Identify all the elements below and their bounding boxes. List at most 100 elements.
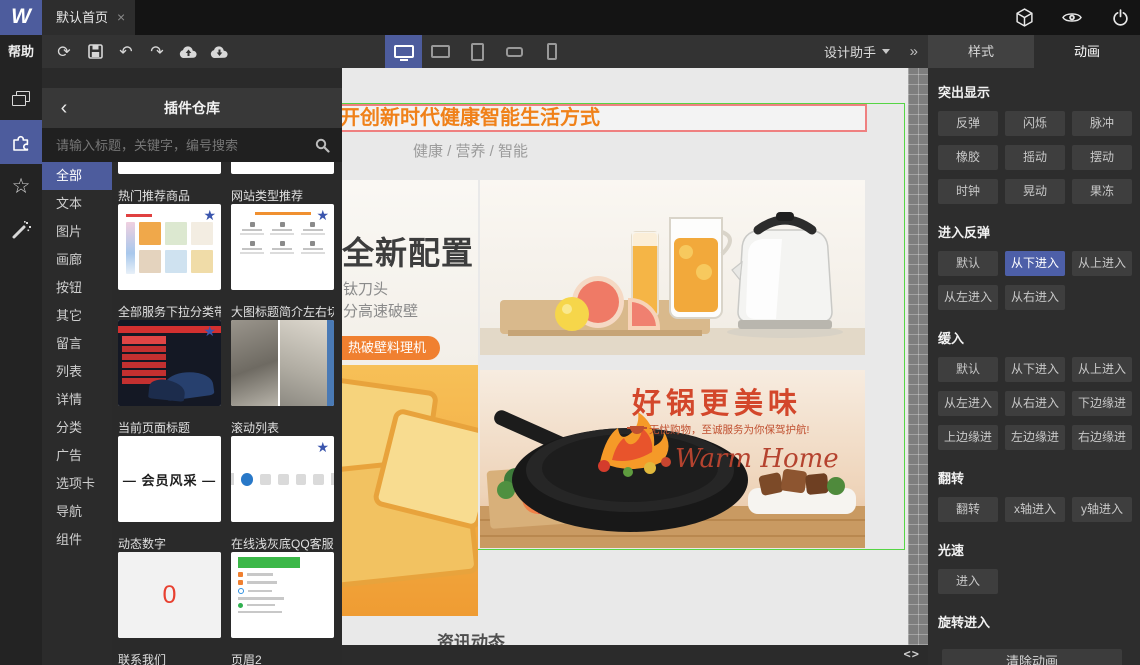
animation-option-button[interactable]: 从右进入 [1005, 285, 1065, 310]
product-banner[interactable]: 全新配置 钛刀头 分高速破壁 热破壁料理机 [342, 180, 478, 616]
plugin-category-item[interactable]: 分类 [42, 414, 112, 442]
canvas-bottom-bar: <> [342, 645, 928, 665]
back-chevron-icon[interactable]: ‹ [42, 97, 86, 120]
animation-option-button[interactable]: 从上进入 [1072, 251, 1132, 276]
components-cube-icon[interactable] [1014, 8, 1034, 28]
refresh-icon[interactable]: ⟳ [54, 42, 74, 62]
animation-option-button[interactable]: 默认 [938, 251, 998, 276]
power-icon[interactable] [1110, 8, 1130, 28]
device-desktop-button[interactable] [385, 35, 422, 68]
star-badge-icon[interactable]: ★ [203, 324, 216, 338]
animation-option-button[interactable]: 进入 [938, 569, 998, 594]
plugin-category-item[interactable]: 导航 [42, 498, 112, 526]
app-logo[interactable]: W [0, 0, 42, 35]
preview-eye-icon[interactable] [1062, 8, 1082, 28]
animation-option-button[interactable]: 从下进入 [1005, 357, 1065, 382]
plugin-card-qq-service[interactable] [231, 552, 334, 638]
product-banner-line1: 钛刀头 [343, 281, 389, 298]
animation-option-button[interactable]: 下边缘进 [1072, 391, 1132, 416]
device-tablet-portrait-button[interactable] [459, 35, 496, 68]
wok-banner[interactable]: 好锅更美味 无忧购物，至诚服务为你保驾护航! Warm Home [480, 370, 865, 548]
animation-option-button[interactable]: 晃动 [1005, 179, 1065, 204]
page-tab[interactable]: 默认首页 × [42, 0, 136, 35]
plugin-card-partial[interactable] [231, 162, 334, 174]
design-assistant-button[interactable]: 设计助手 [824, 35, 890, 68]
page-tab-title: 默认首页 [56, 10, 109, 25]
plugin-card-site-types[interactable]: ★ [231, 204, 334, 290]
plugin-search-input[interactable] [42, 137, 302, 153]
canvas-scrollbar[interactable] [908, 68, 928, 665]
cloud-download-icon[interactable] [209, 42, 229, 62]
animation-option-button[interactable]: 橡胶 [938, 145, 998, 170]
plugin-card-page-title[interactable]: — 会员风采 — [118, 436, 221, 522]
tab-style[interactable]: 样式 [928, 35, 1034, 68]
animation-option-button[interactable]: 从下进入 [1005, 251, 1065, 276]
plugin-category-item[interactable]: 广告 [42, 442, 112, 470]
news-section-heading[interactable]: 资讯动态 [437, 628, 505, 645]
animation-option-button[interactable]: 左边缘进 [1005, 425, 1065, 450]
cloud-upload-icon[interactable] [178, 42, 198, 62]
animation-option-button[interactable]: 从右进入 [1005, 391, 1065, 416]
animation-option-button[interactable]: 反弹 [938, 111, 998, 136]
tab-close-icon[interactable]: × [117, 0, 125, 35]
plugin-category-item[interactable]: 画廊 [42, 246, 112, 274]
plugin-category-item[interactable]: 图片 [42, 218, 112, 246]
animation-option-button[interactable]: y轴进入 [1072, 497, 1132, 522]
device-phone-landscape-button[interactable] [496, 35, 533, 68]
tablet-portrait-icon [471, 42, 484, 61]
animation-option-button[interactable]: 闪烁 [1005, 111, 1065, 136]
animation-option-button[interactable]: 脉冲 [1072, 111, 1132, 136]
plugin-category-item[interactable]: 按钮 [42, 274, 112, 302]
plugin-card-dynamic-number[interactable]: 0 [118, 552, 221, 638]
animation-option-button[interactable]: 从上进入 [1072, 357, 1132, 382]
animation-option-button[interactable]: 摆动 [1072, 145, 1132, 170]
redo-icon[interactable]: ↷ [147, 42, 167, 62]
sidebar-item-favorites[interactable]: ☆ [0, 164, 42, 208]
banner-group[interactable]: 全新配置 钛刀头 分高速破壁 热破壁料理机 好锅更美味 无忧购物，至诚服务为你保… [342, 180, 865, 616]
save-icon[interactable] [85, 42, 105, 62]
animation-option-button[interactable]: 上边缘进 [938, 425, 998, 450]
plugin-category-item[interactable]: 列表 [42, 358, 112, 386]
star-badge-icon[interactable]: ★ [203, 208, 216, 222]
search-icon[interactable] [302, 138, 342, 153]
animation-option-button[interactable]: 摇动 [1005, 145, 1065, 170]
device-phone-portrait-button[interactable] [533, 35, 570, 68]
design-canvas[interactable]: 开创新时代健康智能生活方式 健康 / 营养 / 智能 全新配置 钛刀头 分高速破… [342, 68, 908, 645]
animation-option-button[interactable]: 从左进入 [938, 391, 998, 416]
star-badge-icon[interactable]: ★ [316, 440, 329, 454]
undo-icon[interactable]: ↶ [116, 42, 136, 62]
plugin-card-scrolling-list[interactable]: ★ [231, 436, 334, 522]
sidebar-item-plugins[interactable] [0, 120, 42, 164]
animation-option-button[interactable]: 翻转 [938, 497, 998, 522]
plugin-card-label: 动态数字 [118, 537, 167, 551]
animation-option-button[interactable]: x轴进入 [1005, 497, 1065, 522]
more-button[interactable]: » [910, 35, 918, 68]
star-badge-icon[interactable]: ★ [316, 208, 329, 222]
animation-option-button[interactable]: 从左进入 [938, 285, 998, 310]
code-view-icon[interactable]: <> [904, 647, 920, 661]
plugin-category-item[interactable]: 选项卡 [42, 470, 112, 498]
plugin-card-hot-products[interactable]: ★ [118, 204, 221, 290]
plugin-category-item[interactable]: 留言 [42, 330, 112, 358]
animation-option-button[interactable]: 时钟 [938, 179, 998, 204]
plugin-category-item[interactable]: 详情 [42, 386, 112, 414]
animation-option-button[interactable]: 默认 [938, 357, 998, 382]
plugin-card-big-image-slider[interactable] [231, 320, 334, 406]
tab-animation[interactable]: 动画 [1034, 35, 1140, 68]
sidebar-item-magic-wand[interactable] [0, 208, 42, 252]
subheadline-text[interactable]: 健康 / 营养 / 智能 [413, 140, 528, 161]
plugin-card-partial[interactable] [118, 162, 221, 174]
plugin-card-dropdown-services[interactable]: ★ [118, 320, 221, 406]
animation-option-button[interactable]: 果冻 [1072, 179, 1132, 204]
plugin-card-list: 热门推荐商品 网站类型推荐 ★ ★ 全部服务下拉分类带 大图标题简介左右切 ★ … [112, 162, 342, 665]
plugin-category-item[interactable]: 其它 [42, 302, 112, 330]
plugin-category-item[interactable]: 全部 [42, 162, 112, 190]
device-tablet-landscape-button[interactable] [422, 35, 459, 68]
sidebar-item-pages[interactable] [0, 76, 42, 120]
plugin-category-item[interactable]: 文本 [42, 190, 112, 218]
plugin-category-item[interactable]: 组件 [42, 526, 112, 554]
headline-selected-element[interactable]: 开创新时代健康智能生活方式 [342, 104, 867, 132]
clear-animation-button[interactable]: 清除动画 [942, 649, 1122, 665]
help-button[interactable]: 帮助 [0, 35, 42, 68]
animation-option-button[interactable]: 右边缘进 [1072, 425, 1132, 450]
